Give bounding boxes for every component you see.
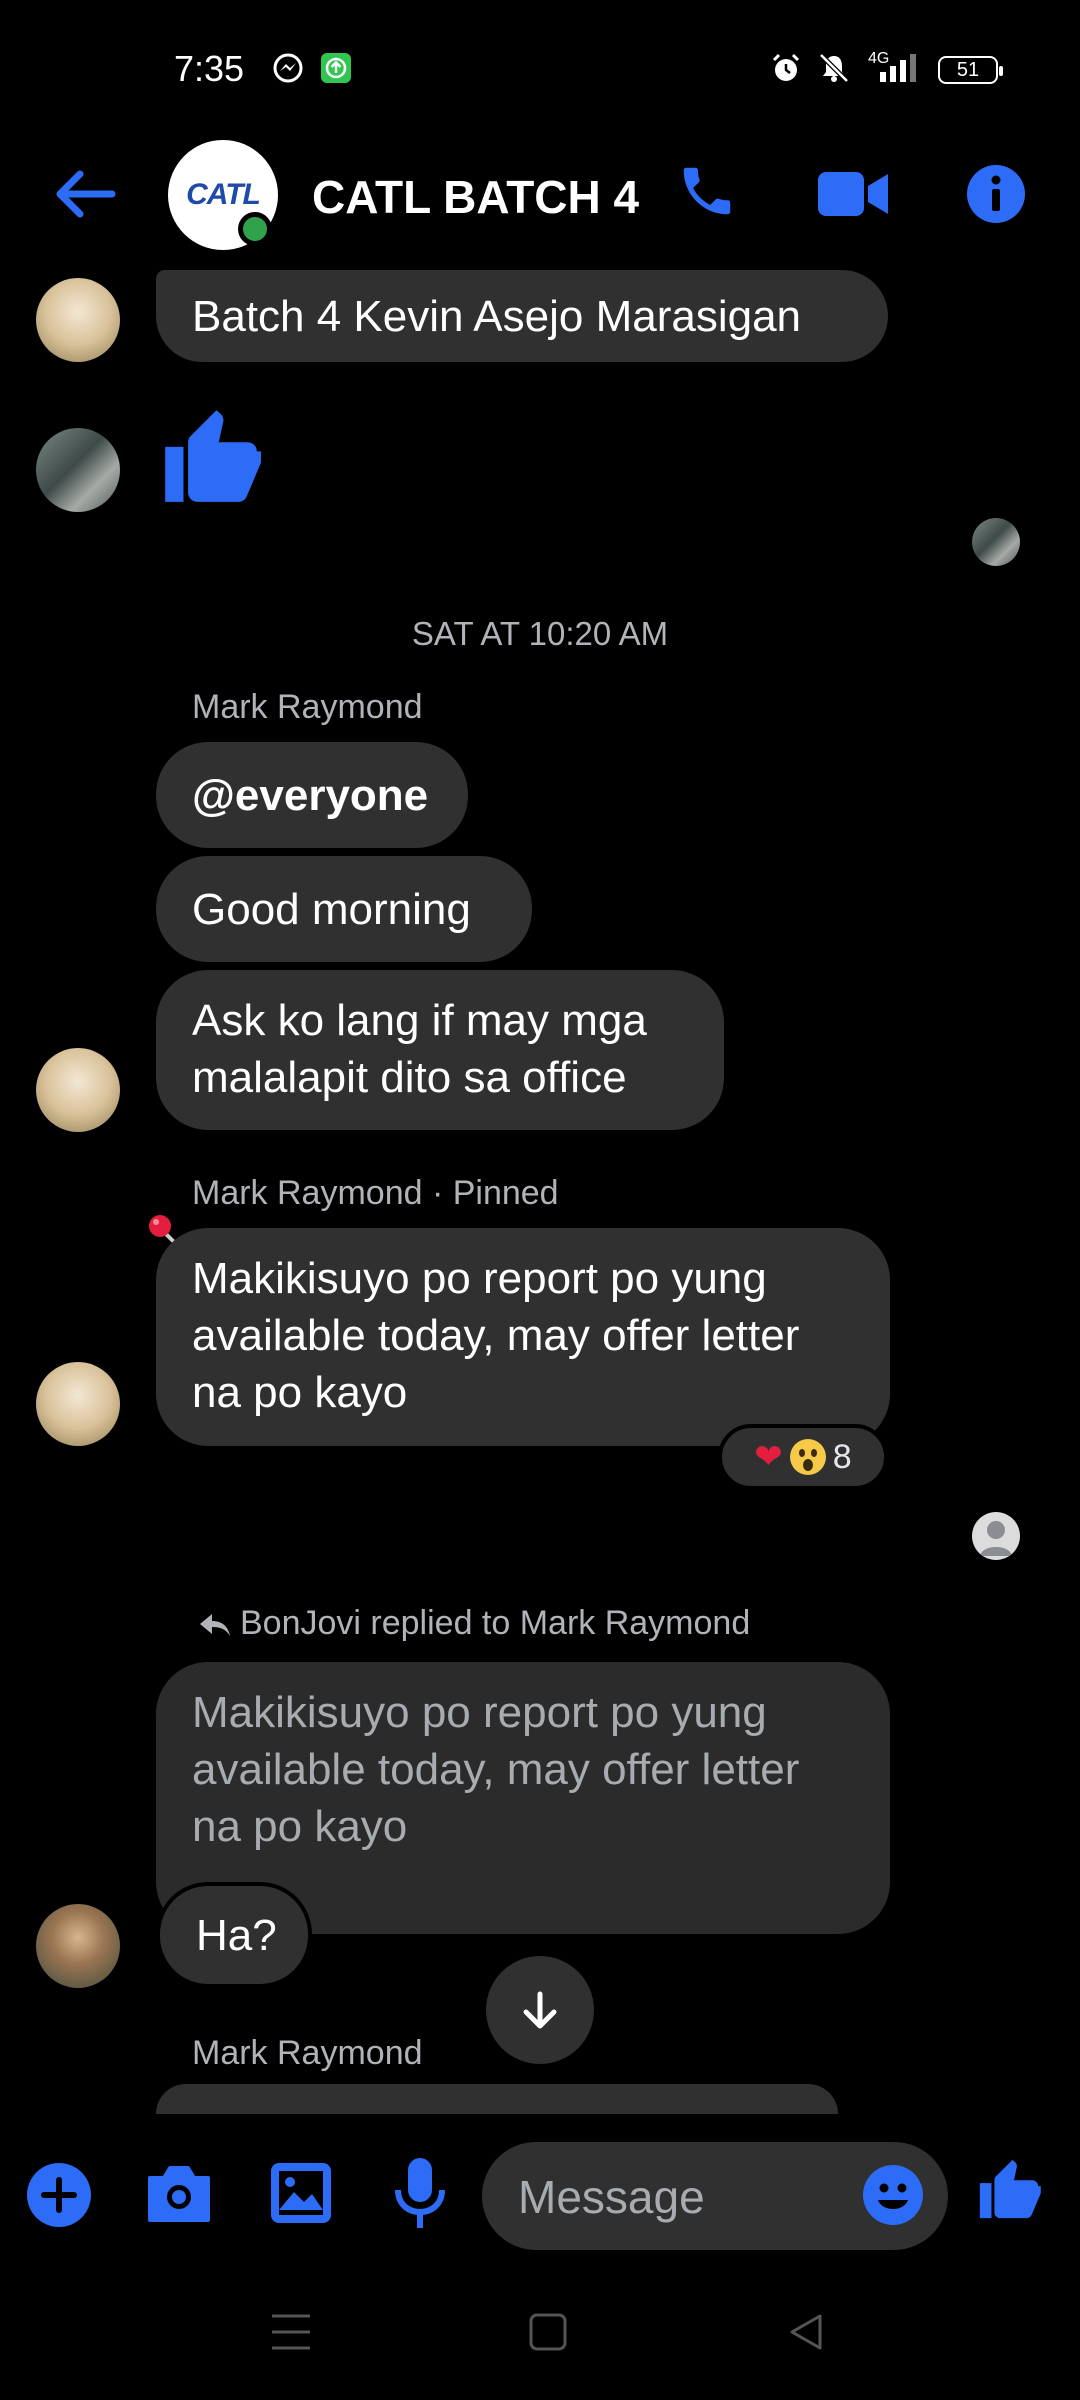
online-status-dot <box>238 212 272 246</box>
quoted-text-line: Makikisuyo po report po yung <box>192 1688 767 1737</box>
video-icon[interactable] <box>816 168 890 220</box>
messenger-icon <box>273 53 303 83</box>
sender-avatar[interactable] <box>36 1904 120 1988</box>
sender-avatar[interactable] <box>36 278 120 362</box>
message-text-line: Makikisuyo po report po yung <box>192 1254 767 1303</box>
message-text-line: malalapit dito sa office <box>192 1053 627 1102</box>
mention-text: @everyone <box>192 770 429 820</box>
message-bubble[interactable]: Ha? <box>156 1882 312 1988</box>
reply-context: BonJovi replied to Mark Raymond <box>240 1604 751 1642</box>
scroll-to-bottom-button[interactable] <box>486 1956 594 2064</box>
sender-name: Mark Raymond <box>192 688 423 726</box>
phone-icon[interactable] <box>676 160 738 222</box>
battery-level: 51 <box>956 58 980 81</box>
message-input[interactable] <box>516 2142 850 2252</box>
message-text: Good morning <box>192 884 471 934</box>
sender-avatar[interactable] <box>36 1362 120 1446</box>
upload-icon <box>321 53 351 83</box>
menu-nav-icon[interactable] <box>270 2312 312 2352</box>
emoji-icon[interactable] <box>862 2164 924 2226</box>
sender-name: Mark Raymond <box>192 2034 423 2072</box>
quoted-text-line: na po kayo <box>192 1802 408 1851</box>
pinned-message-bubble[interactable]: Makikisuyo po report po yung available t… <box>156 1228 890 1446</box>
signal-icon <box>880 54 916 82</box>
gallery-icon[interactable] <box>268 2160 334 2226</box>
heart-reaction-icon: ❤ <box>754 1438 783 1476</box>
mute-icon <box>819 53 849 83</box>
message-text: Ha? <box>196 1910 277 1960</box>
home-nav-icon[interactable] <box>528 2312 568 2352</box>
read-receipt-avatar <box>972 1512 1020 1560</box>
message-bubble[interactable]: @everyone <box>156 742 468 848</box>
like-button-icon[interactable] <box>974 2154 1044 2224</box>
message-text-line: available today, may offer letter <box>192 1311 800 1360</box>
reactions-badge[interactable]: ❤ 8 <box>718 1424 888 1490</box>
thumbs-up-sticker-icon[interactable] <box>156 400 266 512</box>
quoted-text-line: available today, may offer letter <box>192 1745 800 1794</box>
arrow-down-icon <box>523 1991 557 2029</box>
message-composer[interactable] <box>482 2142 948 2252</box>
sender-avatar[interactable] <box>36 428 120 512</box>
message-text-line: na po kayo <box>192 1368 408 1417</box>
message-text: Batch 4 Kevin Asejo Marasigan <box>192 291 802 341</box>
info-icon[interactable] <box>966 164 1026 224</box>
sender-name: Mark Raymond · Pinned <box>192 1174 559 1212</box>
back-arrow-icon[interactable] <box>52 168 116 220</box>
conversation-title[interactable]: CATL BATCH 4 <box>312 170 639 224</box>
battery-icon: 51 <box>938 56 1003 84</box>
message-bubble[interactable]: Ask ko lang if may mga malalapit dito sa… <box>156 970 724 1130</box>
status-time: 7:35 <box>174 48 245 89</box>
wow-reaction-icon <box>789 1439 826 1475</box>
date-separator: SAT AT 10:20 AM <box>411 615 669 652</box>
message-bubble[interactable] <box>156 2084 838 2114</box>
message-text-line: Ask ko lang if may mga <box>192 996 647 1045</box>
message-bubble[interactable]: Good morning <box>156 856 532 962</box>
camera-icon[interactable] <box>144 2162 214 2226</box>
alarm-icon <box>772 53 800 81</box>
group-avatar-logo: CATL <box>186 178 261 211</box>
microphone-icon[interactable] <box>394 2156 446 2232</box>
back-nav-icon[interactable] <box>786 2312 826 2352</box>
sender-avatar[interactable] <box>36 1048 120 1132</box>
reply-icon <box>200 1614 230 1636</box>
message-bubble[interactable]: Batch 4 Kevin Asejo Marasigan <box>156 270 888 362</box>
read-receipt-avatar <box>972 518 1020 566</box>
plus-icon[interactable] <box>26 2162 92 2228</box>
reaction-count: 8 <box>832 1437 852 1476</box>
